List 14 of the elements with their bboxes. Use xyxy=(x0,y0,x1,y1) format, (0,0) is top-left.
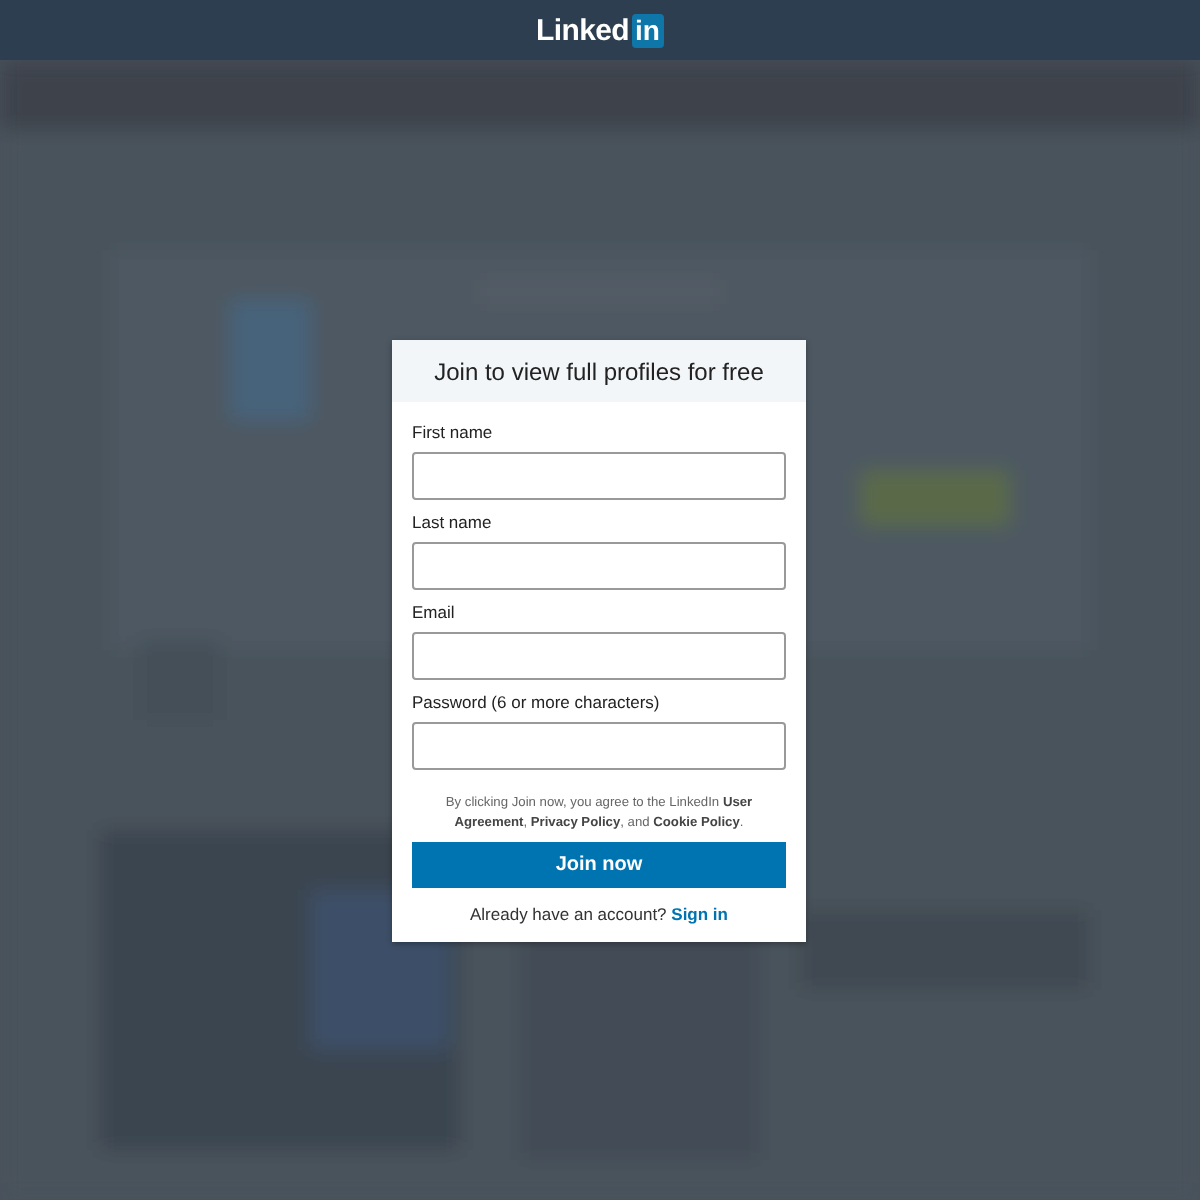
logo-badge: in xyxy=(631,13,664,47)
field-label: Email xyxy=(412,602,457,624)
input-field[interactable] xyxy=(412,452,786,500)
signin-link[interactable]: Sign in xyxy=(671,904,728,924)
field-label: Password (6 or more characters) xyxy=(412,692,662,714)
logo-text: Linked xyxy=(536,13,630,47)
signin-text: Already have an account? Sign in xyxy=(468,904,730,926)
input-field[interactable] xyxy=(412,722,786,770)
dialog-title: Join to view full profiles for free xyxy=(434,357,764,385)
input-field[interactable] xyxy=(412,542,786,590)
input-field[interactable] xyxy=(412,632,786,680)
join-button[interactable]: Join now xyxy=(412,842,786,888)
field-label: First name xyxy=(412,422,495,444)
field-label: Last name xyxy=(412,512,494,534)
